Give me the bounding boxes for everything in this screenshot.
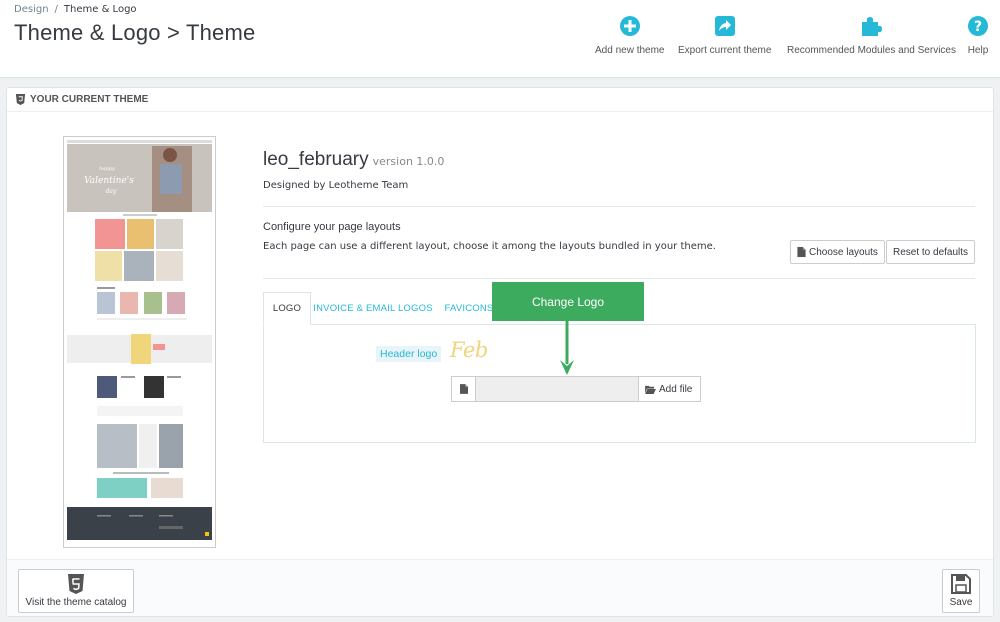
tab-invoice-email-logos-label: INVOICE & EMAIL LOGOS: [313, 303, 433, 314]
plus-circle-icon: [619, 16, 640, 36]
file-icon: [459, 384, 468, 394]
breadcrumb: Design / Theme & Logo: [14, 4, 137, 15]
logo-file-input[interactable]: Add file: [451, 376, 701, 402]
divider: [263, 206, 975, 207]
add-new-theme-label: Add new theme: [595, 45, 665, 56]
folder-open-icon: [645, 385, 656, 394]
svg-text:?: ?: [974, 19, 982, 35]
breadcrumb-parent[interactable]: Design: [14, 4, 49, 15]
visit-theme-catalog-label: Visit the theme catalog: [25, 597, 127, 608]
tab-logo[interactable]: LOGO: [263, 292, 311, 325]
page-title: Theme & Logo > Theme: [14, 20, 256, 45]
save-label: Save: [949, 597, 973, 608]
recommended-modules-label: Recommended Modules and Services: [787, 45, 956, 56]
theme-version: version 1.0.0: [372, 155, 445, 168]
file-icon-wrapper: [452, 377, 476, 401]
theme-name-text: leo_february: [263, 149, 369, 170]
panel-heading: YOUR CURRENT THEME: [7, 88, 993, 112]
tab-favicons-label: FAVICONS: [444, 303, 494, 314]
change-logo-callout: Change Logo: [492, 282, 644, 321]
arrow-down-icon: [560, 320, 574, 375]
file-path-field[interactable]: [476, 377, 638, 401]
breadcrumb-current: Theme & Logo: [63, 4, 137, 15]
configure-layouts-title: Configure your page layouts: [263, 221, 401, 233]
header-logo-preview: Feb: [450, 338, 488, 362]
floppy-disk-icon: [951, 574, 971, 594]
panel-heading-text: YOUR CURRENT THEME: [30, 94, 149, 105]
preview-banner-line-1: happy: [99, 166, 115, 172]
html5-icon: [68, 574, 84, 594]
designed-by-text: Designed by Leotheme Team: [263, 180, 409, 191]
export-theme-label: Export current theme: [678, 45, 772, 56]
tab-invoice-email-logos[interactable]: INVOICE & EMAIL LOGOS: [313, 292, 433, 325]
add-file-label: Add file: [659, 383, 693, 395]
help-label: Help: [967, 45, 989, 56]
divider: [263, 278, 975, 279]
reset-defaults-button[interactable]: Reset to defaults: [886, 240, 976, 264]
preview-banner-line-2: Valentine's: [84, 176, 134, 186]
tab-logo-label: LOGO: [272, 303, 302, 314]
theme-name: leo_february version 1.0.0: [263, 149, 444, 171]
choose-layouts-button[interactable]: Choose layouts: [790, 240, 885, 264]
file-icon: [797, 247, 806, 257]
add-file-button[interactable]: Add file: [638, 377, 700, 401]
page-header: Design / Theme & Logo Theme & Logo > Theme…: [0, 0, 1000, 78]
preview-banner-line-3: day: [106, 188, 117, 195]
add-new-theme-button[interactable]: Add new theme: [595, 15, 665, 56]
header-logo-label: Header logo: [376, 346, 442, 362]
recommended-modules-button[interactable]: Recommended Modules and Services: [787, 15, 956, 56]
panel-footer: Visit the theme catalog Save: [7, 559, 993, 616]
current-theme-panel: YOUR CURRENT THEME happy Valentine's day: [6, 87, 994, 617]
question-circle-icon: ?: [968, 16, 988, 36]
puzzle-icon: [862, 17, 883, 36]
theme-preview-image: happy Valentine's day: [63, 136, 216, 548]
save-button[interactable]: Save: [942, 569, 980, 613]
visit-theme-catalog-button[interactable]: Visit the theme catalog: [18, 569, 134, 613]
breadcrumb-separator: /: [54, 4, 58, 15]
help-button[interactable]: ? Help: [967, 15, 989, 56]
choose-layouts-label: Choose layouts: [809, 246, 878, 258]
share-icon: [714, 16, 735, 36]
html5-icon: [15, 94, 26, 105]
export-theme-button[interactable]: Export current theme: [678, 15, 771, 56]
configure-layouts-description: Each page can use a different layout, ch…: [263, 241, 716, 252]
reset-defaults-label: Reset to defaults: [893, 246, 969, 258]
